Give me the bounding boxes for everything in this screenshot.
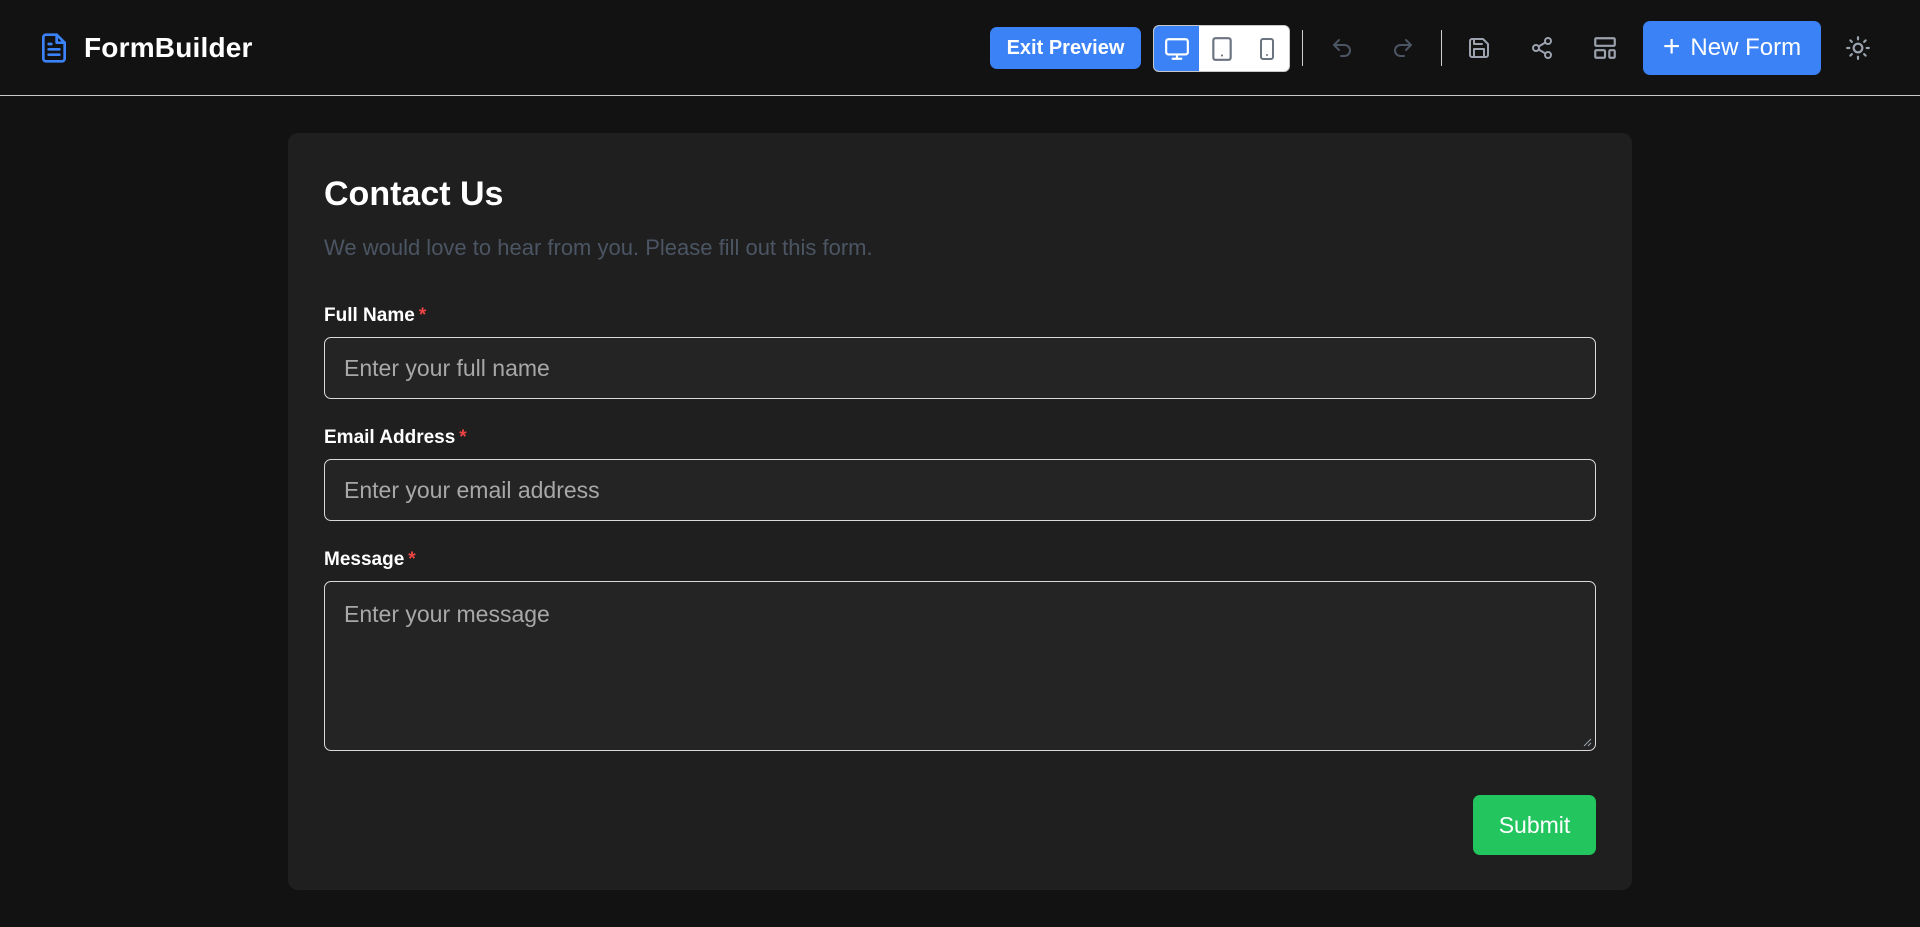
app-name: FormBuilder: [84, 32, 253, 63]
share-icon: [1532, 37, 1552, 59]
brand[interactable]: FormBuilder: [38, 30, 253, 66]
toolbar-divider: [1441, 30, 1442, 66]
field-label-full-name: Full Name *: [324, 305, 426, 327]
plus-icon: +: [1662, 29, 1681, 63]
redo-icon: [1394, 39, 1412, 57]
monitor-icon: [1164, 37, 1189, 60]
form-title: Contact Us: [324, 175, 504, 213]
layout-icon: [1594, 37, 1616, 59]
sun-icon: [1846, 36, 1870, 60]
smartphone-icon: [1259, 37, 1274, 60]
theme-toggle-button[interactable]: [1840, 30, 1876, 66]
field-label-email: Email Address *: [324, 427, 467, 449]
field-label-text: Full Name: [324, 305, 415, 326]
full-name-placeholder: Enter your full name: [344, 354, 550, 381]
device-tablet-button[interactable]: [1199, 26, 1244, 71]
save-icon: [1469, 38, 1489, 58]
message-textarea[interactable]: Enter your message: [324, 581, 1596, 751]
field-label-text: Message: [324, 549, 405, 570]
field-label-message: Message *: [324, 549, 416, 571]
undo-icon: [1333, 39, 1351, 57]
required-marker: *: [408, 549, 416, 570]
device-mobile-button[interactable]: [1244, 26, 1289, 71]
required-marker: *: [418, 305, 427, 326]
undo-button[interactable]: [1324, 30, 1360, 66]
email-placeholder: Enter your email address: [344, 476, 600, 503]
tablet-icon: [1211, 36, 1232, 61]
message-placeholder: Enter your message: [344, 601, 550, 627]
document-icon: [42, 33, 66, 63]
email-input[interactable]: Enter your email address: [324, 459, 1596, 521]
toolbar-divider: [1302, 30, 1303, 66]
form-preview-card: Contact Us We would love to hear from yo…: [288, 133, 1632, 890]
field-label-text: Email Address: [324, 427, 456, 448]
save-button[interactable]: [1461, 30, 1497, 66]
form-description: We would love to hear from you. Please f…: [324, 235, 873, 260]
share-button[interactable]: [1524, 30, 1560, 66]
new-form-label: New Form: [1690, 34, 1802, 61]
redo-button[interactable]: [1385, 30, 1421, 66]
new-form-button[interactable]: + New Form: [1643, 21, 1821, 75]
resize-grip-icon[interactable]: [1582, 737, 1592, 747]
submit-button[interactable]: Submit: [1473, 795, 1596, 855]
exit-preview-button[interactable]: Exit Preview: [990, 27, 1141, 69]
full-name-input[interactable]: Enter your full name: [324, 337, 1596, 399]
device-toggle-group: [1153, 25, 1290, 72]
required-marker: *: [459, 427, 467, 448]
layout-button[interactable]: [1587, 30, 1623, 66]
device-desktop-button[interactable]: [1154, 26, 1199, 71]
top-bar: FormBuilder Exit Preview + New Form: [0, 0, 1920, 96]
